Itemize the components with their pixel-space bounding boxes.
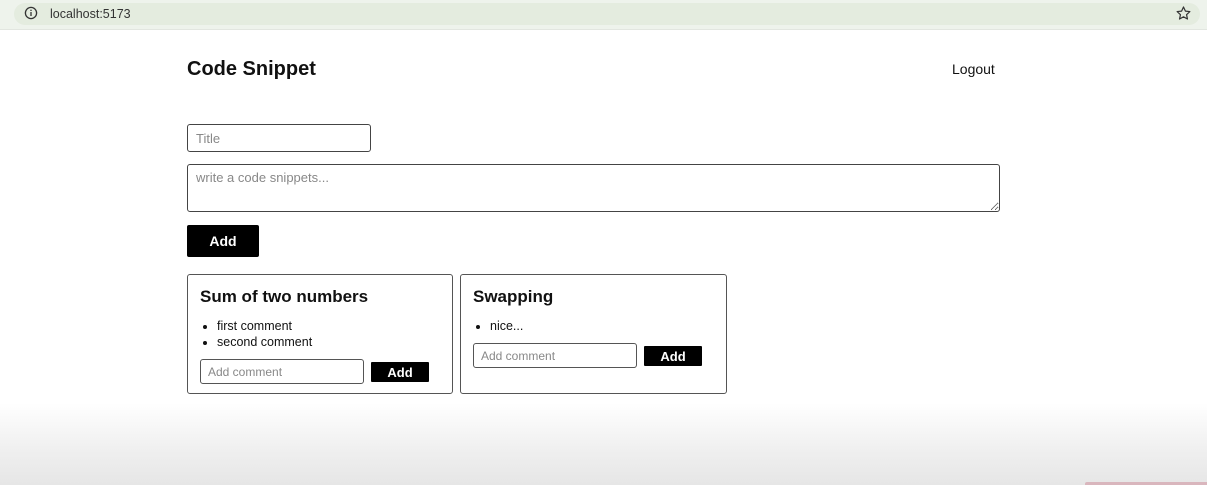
app-page: Code Snippet Logout Add Sum of two numbe… xyxy=(0,31,1207,485)
snippet-textarea[interactable] xyxy=(187,164,1000,212)
add-snippet-button[interactable]: Add xyxy=(187,225,259,257)
info-icon[interactable] xyxy=(24,6,38,20)
snippet-card: Swapping nice... Add xyxy=(460,274,727,394)
add-comment-input[interactable] xyxy=(473,343,637,368)
browser-address-bar: localhost:5173 xyxy=(0,0,1207,30)
title-input[interactable] xyxy=(187,124,371,152)
comment-list: first comment second comment xyxy=(200,318,312,350)
snippet-card: Sum of two numbers first comment second … xyxy=(187,274,453,394)
snippet-title: Sum of two numbers xyxy=(200,287,369,306)
add-comment-button[interactable]: Add xyxy=(371,362,429,382)
star-icon[interactable] xyxy=(1175,5,1192,22)
comment-item: first comment xyxy=(217,318,312,334)
comment-list: nice... xyxy=(473,318,523,334)
add-comment-button[interactable]: Add xyxy=(644,346,702,366)
page-title: Code Snippet xyxy=(187,58,316,80)
add-comment-input[interactable] xyxy=(200,359,364,384)
comment-item: nice... xyxy=(490,318,523,334)
url-field[interactable] xyxy=(14,3,1200,25)
snippet-title: Swapping xyxy=(473,287,554,306)
logout-link[interactable]: Logout xyxy=(952,60,995,78)
url-text[interactable]: localhost:5173 xyxy=(50,6,131,22)
comment-item: second comment xyxy=(217,334,312,350)
